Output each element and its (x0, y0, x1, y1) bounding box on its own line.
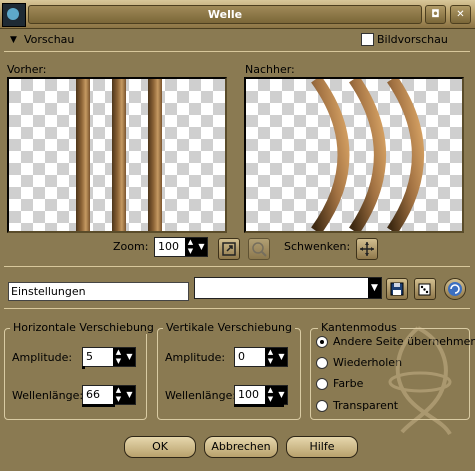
chevron-down-icon[interactable]: ▼ (368, 278, 381, 298)
ok-button[interactable]: OK (124, 436, 196, 458)
preview-toggle-label[interactable]: Vorschau (24, 33, 74, 46)
magnifier-icon (252, 242, 267, 257)
zoom-label: Zoom: (113, 240, 149, 253)
before-preview[interactable] (7, 77, 227, 233)
zoom-spinner[interactable]: 100 ▲ ▼ ▼ (154, 237, 208, 257)
horizontal-wavelength-spinner[interactable]: 66 ▲ ▼ ▼ (82, 385, 136, 405)
vertical-group-title: Vertikale Verschiebung (163, 321, 296, 334)
zoom-value[interactable]: 100 (155, 238, 185, 256)
spin-arrows-icon[interactable]: ▲ ▼ (113, 348, 124, 366)
horizontal-wavelength-label: Wellenlänge: (12, 389, 84, 402)
spin-arrows-icon[interactable]: ▲ ▼ (185, 238, 196, 256)
close-icon[interactable]: ✕ (450, 5, 471, 24)
vertical-amplitude-spinner[interactable]: 0 ▲ ▼ ▼ (234, 347, 288, 367)
chevron-down-icon[interactable]: ▼ (196, 238, 207, 256)
settings-label-field: Einstellungen (8, 282, 189, 301)
separator (4, 51, 470, 52)
move-icon (360, 242, 374, 256)
radio-icon[interactable] (316, 357, 328, 369)
preview-stripe (76, 79, 90, 231)
zoom-fit-button[interactable] (218, 238, 240, 260)
horizontal-group-title: Horizontale Verschiebung (10, 321, 157, 334)
horizontal-amplitude-spinner[interactable]: 5 ▲ ▼ ▼ (82, 347, 136, 367)
separator (4, 266, 470, 267)
chevron-down-icon[interactable]: ▼ (276, 386, 287, 404)
vertical-amplitude-label: Amplitude: (165, 351, 226, 364)
before-label: Vorher: (7, 63, 47, 76)
edge-mode-option-label: Farbe (333, 377, 364, 390)
spin-arrows-icon[interactable]: ▲ ▼ (265, 348, 276, 366)
vertical-wavelength-spinner[interactable]: 100 ▲ ▼ ▼ (234, 385, 288, 405)
vertical-wavelength-label: Wellenlänge: (165, 389, 237, 402)
pan-button[interactable] (356, 238, 378, 260)
horizontal-amplitude-value[interactable]: 5 (83, 348, 113, 366)
preview-stripe (112, 79, 126, 231)
chevron-down-icon[interactable]: ▼ (124, 386, 135, 404)
zoom-fit-icon (222, 242, 236, 256)
floppy-disk-icon (390, 282, 404, 296)
horizontal-group (4, 328, 147, 420)
preset-combo[interactable]: ▼ (194, 277, 382, 299)
horizontal-amplitude-bar (82, 366, 85, 369)
reset-icon (448, 282, 462, 296)
after-preview[interactable] (244, 77, 464, 233)
chevron-down-icon[interactable]: ▼ (124, 348, 135, 366)
save-preset-button[interactable] (386, 278, 408, 300)
vertical-wavelength-value[interactable]: 100 (235, 386, 265, 404)
full-preview-label: Bildvorschau (377, 33, 448, 46)
wave-stripes (311, 79, 424, 231)
radio-selected-icon[interactable] (316, 336, 328, 348)
preview-stripe (148, 79, 162, 231)
app-icon[interactable] (2, 3, 26, 27)
horizontal-amplitude-label: Amplitude: (12, 351, 73, 364)
after-label: Nachher: (245, 63, 295, 76)
reset-button[interactable] (444, 278, 466, 300)
randomize-button[interactable] (414, 278, 436, 300)
horizontal-wavelength-value[interactable]: 66 (83, 386, 113, 404)
spin-arrows-icon[interactable]: ▲ ▼ (113, 386, 124, 404)
window-title: Welle (28, 5, 422, 24)
chevron-down-icon[interactable]: ▼ (276, 348, 287, 366)
horizontal-wavelength-bar (82, 404, 115, 407)
dice-icon (418, 283, 431, 296)
vertical-wavelength-bar (234, 404, 284, 407)
restore-icon[interactable]: ◘ (425, 5, 446, 24)
collapse-arrow-icon[interactable]: ▼ (10, 35, 17, 45)
pan-label: Schwenken: (284, 240, 351, 253)
vertical-amplitude-value[interactable]: 0 (235, 348, 265, 366)
help-button[interactable]: Hilfe (286, 436, 358, 458)
radio-icon[interactable] (316, 378, 328, 390)
zoom-actual-button[interactable] (248, 238, 270, 260)
radio-icon[interactable] (316, 400, 328, 412)
full-preview-checkbox[interactable] (361, 33, 374, 46)
separator (4, 308, 470, 309)
spin-arrows-icon[interactable]: ▲ ▼ (265, 386, 276, 404)
cancel-button[interactable]: Abbrechen (204, 436, 278, 458)
watermark-seal-icon (388, 326, 452, 436)
